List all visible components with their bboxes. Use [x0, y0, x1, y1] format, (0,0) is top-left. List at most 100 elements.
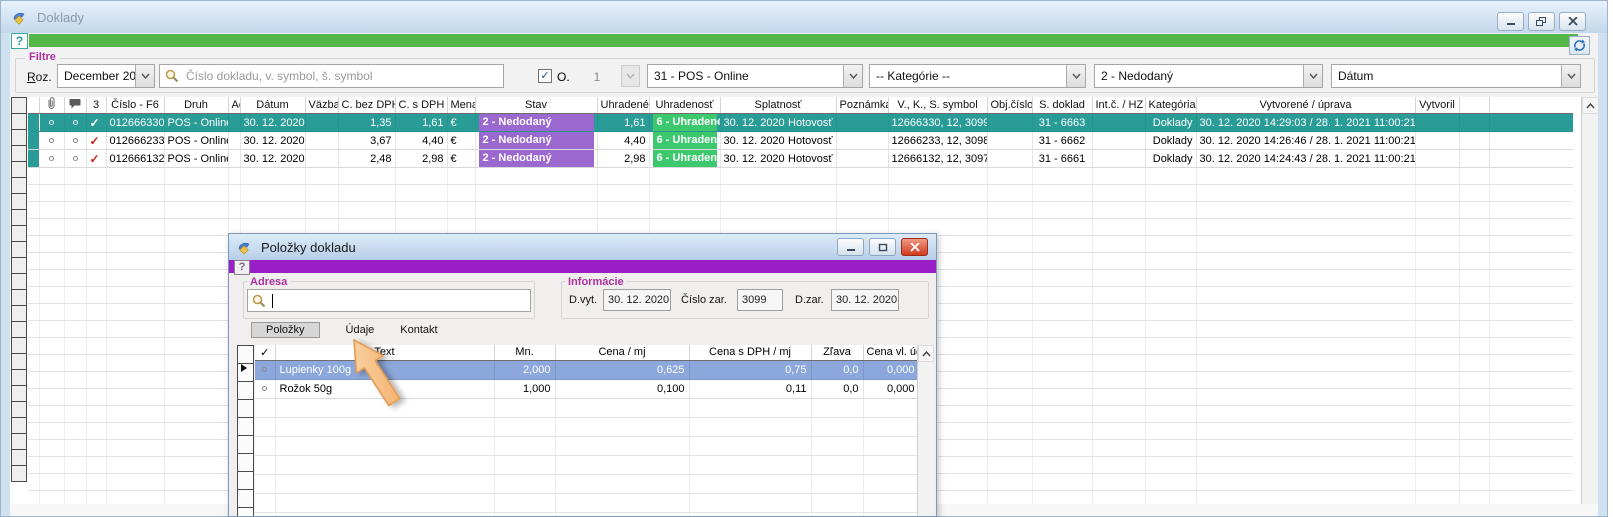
empty-row: [255, 512, 919, 516]
dialog-help-button[interactable]: ?: [234, 260, 250, 275]
item-check-cell: [255, 360, 275, 379]
item-row[interactable]: Lupienky 100g 2,000 0,625 0,75 0,0 0,000: [255, 360, 919, 379]
row-selector: [11, 97, 27, 114]
col-header-mn[interactable]: Mn.: [494, 345, 555, 360]
dialog-maximize-button[interactable]: [869, 238, 896, 256]
stav-cell: 2 - Nedodaný: [475, 114, 597, 132]
scroll-up-button[interactable]: [1582, 97, 1599, 114]
tab-udaje[interactable]: Údaje: [346, 323, 375, 337]
delivery-state-combobox[interactable]: 2 - Nedodaný: [1094, 64, 1323, 88]
extra-cell: [1459, 114, 1489, 132]
poznamka-cell: [836, 114, 888, 132]
attachment-cell: [39, 132, 64, 150]
dvyt-field: 30. 12. 2020: [603, 289, 671, 311]
comment-cell: [64, 132, 86, 150]
col-header-cislo[interactable]: Číslo - F6: [106, 97, 164, 114]
tab-polozky[interactable]: Položky: [251, 322, 320, 338]
col-header-adresa[interactable]: Ac: [228, 97, 240, 114]
col-header-stav[interactable]: Stav: [475, 97, 597, 114]
table-row[interactable]: ✓ 012666132 POS - Online 30. 12. 2020 2,…: [28, 150, 1573, 168]
col-header-text[interactable]: Text: [275, 345, 494, 360]
empty-row: [255, 474, 919, 493]
col-header-3[interactable]: 3: [86, 97, 106, 114]
tab-kontakt[interactable]: Kontakt: [400, 323, 437, 337]
minimize-button[interactable]: [1497, 12, 1524, 31]
row-selector: [11, 385, 27, 402]
filler-cell: [1489, 132, 1573, 150]
vertical-scrollbar[interactable]: [917, 345, 933, 516]
col-header-cenadph[interactable]: Cena s DPH / mj: [689, 345, 811, 360]
row-selector: [11, 289, 27, 306]
col-header-sdoklad[interactable]: S. doklad: [1032, 97, 1092, 114]
table-row[interactable]: ✓ 012666233 POS - Online 30. 12. 2020 3,…: [28, 132, 1573, 150]
mena-cell: €: [447, 150, 475, 168]
vazba-cell: [305, 132, 338, 150]
druh-cell: POS - Online: [164, 114, 228, 132]
refresh-icon: [1573, 39, 1586, 52]
sort-combobox[interactable]: Dátum: [1331, 64, 1581, 88]
col-header-vytvoril[interactable]: Vytvoril: [1415, 97, 1459, 114]
col-header-zlava[interactable]: Zľava: [811, 345, 863, 360]
col-header-vks-symbol[interactable]: V., K., S. symbol: [888, 97, 987, 114]
vertical-scrollbar[interactable]: [1581, 97, 1598, 507]
filler-cell: [1489, 150, 1573, 168]
table-row[interactable]: ✓ 012666330 POS - Online 30. 12. 2020 1,…: [28, 114, 1573, 132]
col-header-datum[interactable]: Dátum: [240, 97, 305, 114]
row-selector: [11, 417, 27, 434]
close-icon: [910, 243, 920, 252]
help-button[interactable]: ?: [11, 33, 28, 49]
row-selector: [237, 399, 254, 418]
address-search-field[interactable]: [247, 289, 531, 312]
datum-cell: 30. 12. 2020: [240, 150, 305, 168]
col-header-cbezdph[interactable]: C. bez DPH: [338, 97, 395, 114]
vazba-cell: [305, 150, 338, 168]
col-header-cena[interactable]: Cena / mj: [555, 345, 689, 360]
row-selector: [11, 209, 27, 226]
scroll-up-button[interactable]: [918, 345, 934, 362]
col-header-vytvorene[interactable]: Vytvorené / úprava: [1196, 97, 1415, 114]
col-header-filler: [1489, 97, 1573, 114]
col-header-druh[interactable]: Druh: [164, 97, 228, 114]
item-cenadph-cell: 0,11: [689, 379, 811, 398]
splatnost-cell: 30. 12. 2020Hotovosť: [720, 132, 836, 150]
restore-button[interactable]: [1528, 12, 1555, 31]
items-header-row: ✓ Text Mn. Cena / mj Cena s DPH / mj Zľa…: [255, 345, 919, 360]
dialog-titlebar[interactable]: Položky dokladu: [229, 234, 936, 260]
intc-cell: [1092, 132, 1145, 150]
search-input[interactable]: [159, 64, 504, 88]
col-header-intc-hz[interactable]: Int.č. / HZ: [1092, 97, 1145, 114]
comment-icon[interactable]: [64, 97, 86, 114]
o-checkbox[interactable]: ✓: [538, 69, 552, 83]
item-row[interactable]: Rožok 50g 1,000 0,100 0,11 0,0 0,000: [255, 379, 919, 398]
col-header-kategoria[interactable]: Kategória: [1145, 97, 1196, 114]
col-header-mena[interactable]: Mena: [447, 97, 475, 114]
col-header-objcislo[interactable]: Obj.číslo: [987, 97, 1032, 114]
chevron-down-icon: [843, 65, 862, 87]
category-combobox[interactable]: -- Kategórie --: [869, 64, 1086, 88]
row-selector: [11, 401, 27, 418]
extra-cell: [1459, 132, 1489, 150]
row-selector: [237, 471, 254, 490]
cislo-zar-label: Číslo zar.: [681, 294, 727, 306]
period-combobox[interactable]: December 20: [57, 64, 155, 88]
col-header-csdph[interactable]: C. s DPH: [395, 97, 447, 114]
kategoria-cell: Doklady: [1145, 114, 1196, 132]
dialog-close-button[interactable]: [901, 238, 928, 256]
col-header-splatnost[interactable]: Splatnosť: [720, 97, 836, 114]
refresh-button[interactable]: [1569, 36, 1590, 55]
col-header-uhradenost[interactable]: Uhradenosť: [649, 97, 720, 114]
items-table: ✓ Text Mn. Cena / mj Cena s DPH / mj Zľa…: [255, 345, 919, 516]
col-header-vazba[interactable]: Väzba: [305, 97, 338, 114]
col-header-cenavl[interactable]: Cena vl. účet / MJ: [863, 345, 919, 360]
col-header-poznamka[interactable]: Poznámka: [836, 97, 888, 114]
kategoria-cell: Doklady: [1145, 150, 1196, 168]
splatnost-cell: 30. 12. 2020Hotovosť: [720, 150, 836, 168]
empty-row: [255, 493, 919, 512]
close-button[interactable]: [1559, 12, 1586, 31]
paperclip-icon[interactable]: [39, 97, 64, 114]
dialog-minimize-button[interactable]: [837, 238, 864, 256]
col-header-uhradene[interactable]: Uhradené: [597, 97, 649, 114]
col-header-check[interactable]: ✓: [255, 345, 275, 360]
row-selector: [11, 177, 27, 194]
register-combobox[interactable]: 31 - POS - Online: [647, 64, 863, 88]
